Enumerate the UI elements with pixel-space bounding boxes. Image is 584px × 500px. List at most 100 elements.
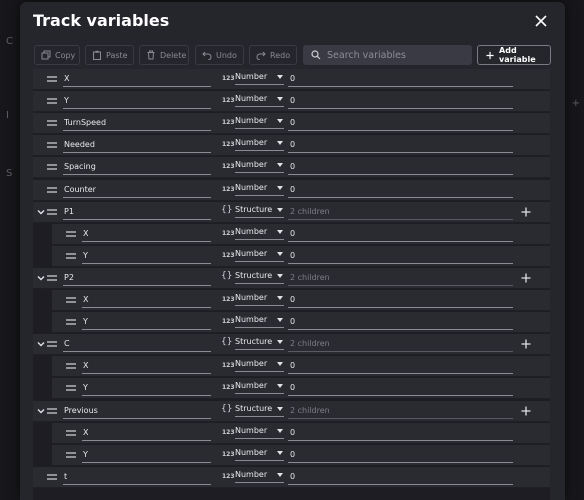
variable-type-select[interactable]: Structure (235, 270, 284, 284)
variable-name-field[interactable]: P2 (63, 271, 211, 286)
variable-row[interactable]: P1 {} Structure 2 children (33, 201, 550, 223)
variable-type-select[interactable]: Structure (235, 403, 284, 417)
variable-value-field[interactable]: 0 (288, 315, 513, 331)
variable-name-field[interactable]: TurnSpeed (63, 116, 211, 132)
variable-name-field[interactable]: Y (63, 94, 211, 110)
drag-handle-icon[interactable] (47, 98, 57, 104)
redo-button[interactable]: Redo (249, 45, 297, 65)
drag-handle-icon[interactable] (66, 319, 76, 325)
variable-name-field[interactable]: X (82, 359, 211, 375)
variable-value-field[interactable]: 0 (288, 426, 513, 441)
add-child-icon[interactable] (521, 207, 531, 217)
variable-type-select[interactable]: Number (235, 314, 284, 329)
variable-row[interactable]: C {} Structure 2 children (33, 334, 550, 356)
chevron-down-icon[interactable] (36, 339, 46, 349)
variable-name-field[interactable]: Previous (63, 404, 211, 419)
child-variable-row[interactable]: X 123 Number 0 (33, 223, 550, 245)
variable-name-field[interactable]: Y (82, 249, 211, 264)
variable-value-field[interactable]: 0 (288, 116, 513, 132)
chevron-down-icon[interactable] (36, 273, 46, 283)
drag-handle-icon[interactable] (47, 186, 57, 193)
variable-type-select[interactable]: Number (235, 380, 284, 395)
delete-button[interactable]: Delete (139, 45, 189, 65)
drag-handle-icon[interactable] (66, 231, 76, 237)
variable-type-select[interactable]: Number (235, 292, 284, 306)
variable-row[interactable]: X 123 Number 0 (33, 69, 550, 90)
drag-handle-icon[interactable] (47, 164, 57, 171)
variable-value-field[interactable]: 0 (288, 183, 513, 198)
drag-handle-icon[interactable] (47, 120, 57, 126)
drag-handle-icon[interactable] (47, 142, 57, 148)
search-input[interactable] (327, 49, 457, 61)
variable-row[interactable]: Spacing 123 Number 0 (33, 157, 550, 179)
drag-handle-icon[interactable] (66, 363, 76, 369)
add-child-icon[interactable] (521, 406, 531, 416)
drag-handle-icon[interactable] (47, 76, 57, 82)
variable-value-field[interactable]: 0 (288, 160, 513, 176)
drag-handle-icon[interactable] (47, 474, 57, 480)
variable-value-field[interactable]: 0 (288, 359, 513, 375)
child-variable-row[interactable]: Y 123 Number 0 (33, 378, 550, 400)
variable-type-select[interactable]: Number (235, 115, 284, 130)
variable-name-field[interactable]: Y (82, 315, 211, 331)
child-variable-row[interactable]: X 123 Number 0 (33, 422, 550, 444)
add-variable-button[interactable]: Add variable (477, 45, 551, 65)
variable-value-field[interactable]: 0 (288, 72, 513, 87)
variable-type-select[interactable]: Number (235, 226, 284, 240)
variable-type-select[interactable]: Number (235, 469, 284, 483)
variable-name-field[interactable]: Counter (63, 183, 211, 198)
variable-name-field[interactable]: X (82, 293, 211, 308)
child-variable-row[interactable]: Y 123 Number 0 (33, 444, 550, 466)
variable-type-select[interactable]: Number (235, 182, 284, 196)
variable-type-select[interactable]: Structure (235, 204, 284, 218)
variable-value-field[interactable]: 0 (288, 293, 513, 308)
variable-value-field[interactable]: 0 (288, 227, 513, 242)
add-child-icon[interactable] (521, 339, 531, 349)
variable-type-select[interactable]: Number (235, 71, 284, 85)
variable-value-field[interactable]: 0 (288, 470, 513, 485)
variable-name-field[interactable]: X (82, 227, 211, 242)
variable-row[interactable]: TurnSpeed 123 Number 0 (33, 113, 550, 135)
variable-value-field[interactable]: 0 (288, 138, 513, 154)
drag-handle-icon[interactable] (47, 341, 57, 347)
drag-handle-icon[interactable] (66, 297, 76, 303)
drag-handle-icon[interactable] (66, 429, 76, 436)
chevron-down-icon[interactable] (36, 406, 46, 416)
variable-row[interactable]: Y 123 Number 0 (33, 91, 550, 113)
search-box[interactable] (303, 45, 472, 65)
variable-type-select[interactable]: Structure (235, 336, 284, 351)
paste-button[interactable]: Paste (85, 45, 134, 65)
variable-name-field[interactable]: Needed (63, 138, 211, 154)
variable-row[interactable]: t 123 Number 0 (33, 466, 550, 488)
drag-handle-icon[interactable] (47, 208, 57, 215)
variable-name-field[interactable]: t (63, 470, 211, 485)
variable-type-select[interactable]: Number (235, 137, 284, 152)
drag-handle-icon[interactable] (66, 253, 76, 259)
close-icon[interactable] (532, 12, 550, 30)
variable-name-field[interactable]: Spacing (63, 160, 211, 176)
variable-name-field[interactable]: X (63, 72, 211, 87)
variable-row[interactable]: Counter 123 Number 0 (33, 179, 550, 201)
variable-type-select[interactable]: Number (235, 425, 284, 439)
variable-row[interactable]: Previous {} Structure 2 children (33, 400, 550, 422)
child-variable-row[interactable]: X 123 Number 0 (33, 290, 550, 311)
variable-value-field[interactable]: 0 (288, 381, 513, 397)
variable-value-field[interactable]: 0 (288, 249, 513, 264)
drag-handle-icon[interactable] (47, 407, 57, 414)
drag-handle-icon[interactable] (47, 275, 57, 281)
variable-row[interactable]: Needed 123 Number 0 (33, 135, 550, 157)
variable-name-field[interactable]: Y (82, 448, 211, 463)
drag-handle-icon[interactable] (66, 385, 76, 392)
drag-handle-icon[interactable] (66, 452, 76, 458)
variable-value-field[interactable]: 0 (288, 448, 513, 463)
variable-row[interactable]: P2 {} Structure 2 children (33, 267, 550, 289)
variable-name-field[interactable]: Y (82, 381, 211, 397)
variable-type-select[interactable]: Number (235, 248, 284, 262)
variable-type-select[interactable]: Number (235, 358, 284, 373)
undo-button[interactable]: Undo (195, 45, 244, 65)
variable-type-select[interactable]: Number (235, 93, 284, 108)
child-variable-row[interactable]: X 123 Number 0 (33, 356, 550, 378)
child-variable-row[interactable]: Y 123 Number 0 (33, 312, 550, 334)
variable-value-field[interactable]: 0 (288, 94, 513, 110)
copy-button[interactable]: Copy (34, 45, 80, 65)
